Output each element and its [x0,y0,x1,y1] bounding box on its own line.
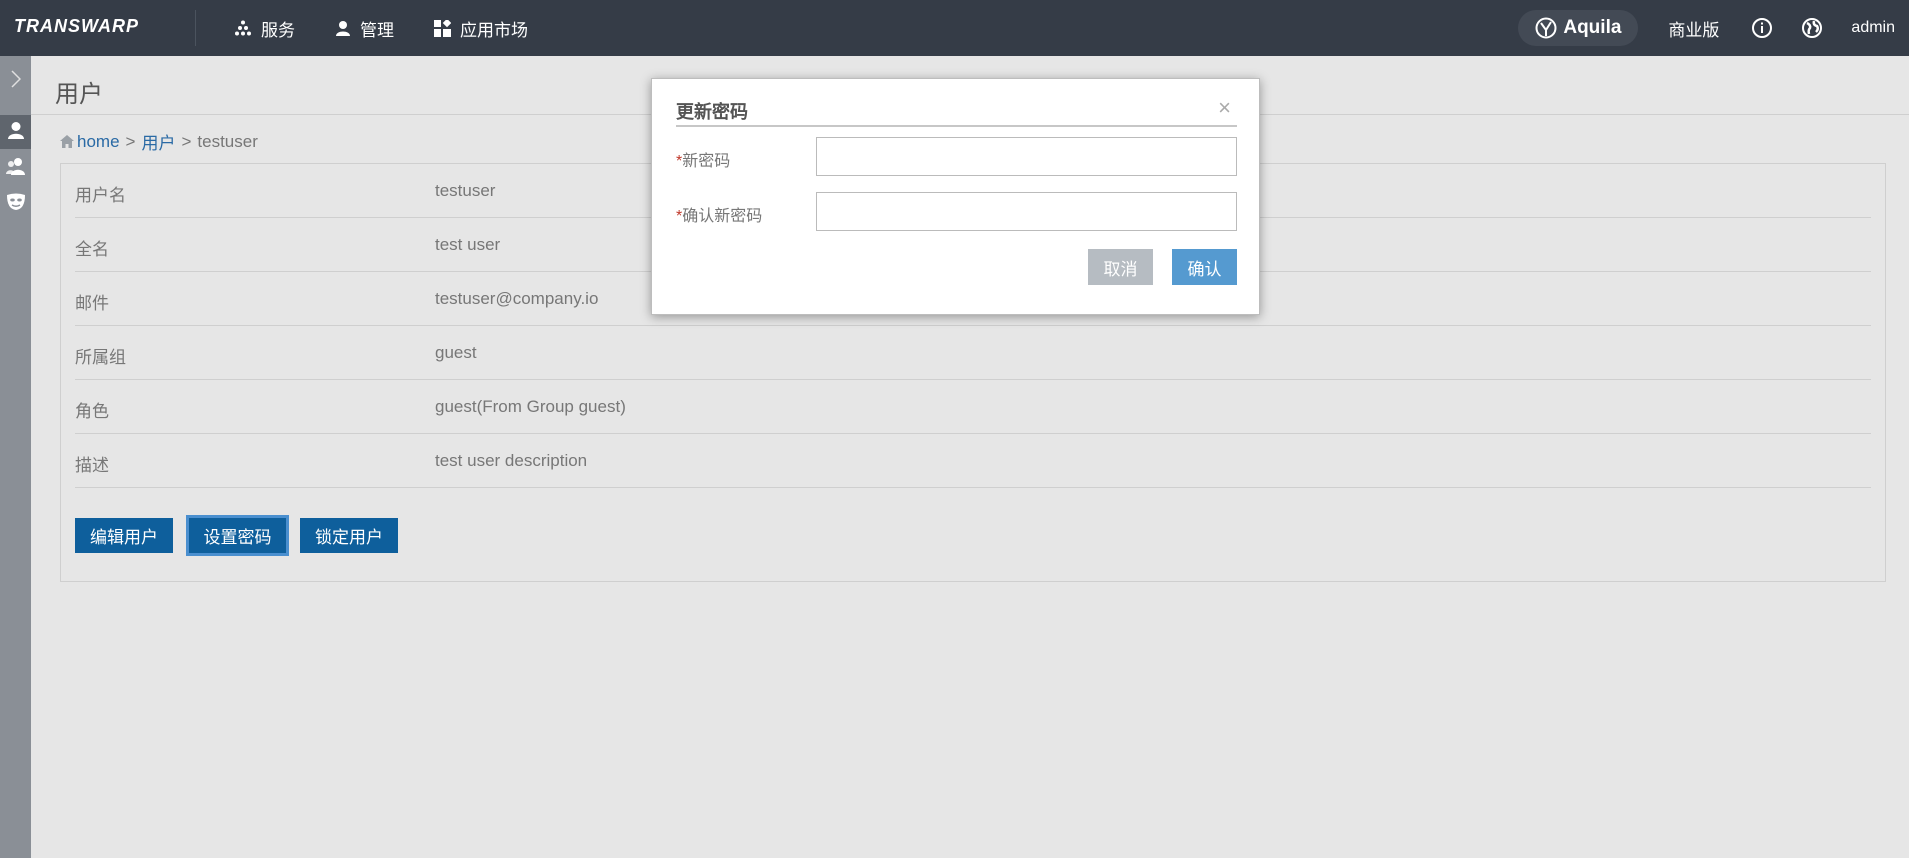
sidebar-expand-toggle[interactable] [0,62,31,100]
detail-value: test user description [435,451,588,470]
logo-divider [195,10,196,46]
nav-label-management: 管理 [360,20,394,40]
main-nav: 服务 管理 应用市场 [234,0,568,56]
info-icon[interactable] [1751,17,1773,39]
lock-user-button[interactable]: 锁定用户 [300,518,398,553]
new-password-label: *新密码 [676,147,730,171]
detail-label: 角色 [75,402,109,421]
nav-item-app-market[interactable]: 应用市场 [434,16,528,41]
breadcrumb-users-link[interactable]: 用户 [141,129,175,154]
dialog-divider [676,125,1237,127]
top-right-zone: Aquila 商业版 admin [1518,0,1909,56]
set-password-button[interactable]: 设置密码 [189,518,286,553]
detail-value: testuser [435,181,496,200]
detail-label: 全名 [75,240,109,259]
detail-value: guest [435,343,477,362]
confirm-button[interactable]: 确认 [1172,249,1237,285]
breadcrumb: home > 用户 > testuser [60,129,258,154]
transwarp-logo[interactable]: TRANSWARP [14,16,139,37]
top-bar: TRANSWARP 服务 管理 应用市场 Aquila 商业版 admin [0,0,1909,56]
detail-label: 用户名 [75,186,126,205]
users-group-icon [5,157,26,180]
mask-icon [6,193,26,216]
update-password-dialog: 更新密码 × *新密码 *确认新密码 取消 确认 [651,78,1260,315]
confirm-password-label-text: 确认新密码 [682,208,763,225]
nav-item-management[interactable]: 管理 [335,16,394,41]
confirm-password-input[interactable] [816,192,1237,231]
detail-label: 邮件 [75,294,109,313]
aquila-label: Aquila [1563,17,1622,38]
new-password-label-text: 新密码 [682,153,731,170]
page-title: 用户 [55,81,103,108]
sidebar-item-groups[interactable] [0,151,31,185]
detail-value: test user [435,235,501,254]
confirm-password-label: *确认新密码 [676,202,762,226]
aquila-logo-icon [1535,17,1557,39]
edition-label[interactable]: 商业版 [1668,16,1719,41]
sidebar-item-user[interactable] [0,115,31,149]
chevron-right-icon [10,69,21,93]
cancel-button[interactable]: 取消 [1088,249,1153,285]
breadcrumb-current: testuser [197,131,258,151]
detail-row-role: 角色 guest(From Group guest) [75,380,1871,434]
person-icon [335,20,351,36]
nav-item-services[interactable]: 服务 [234,16,295,41]
detail-label: 描述 [75,456,109,475]
globe-icon[interactable] [1801,17,1823,39]
new-password-input[interactable] [816,137,1237,176]
nav-label-services: 服务 [261,20,295,40]
aquila-button[interactable]: Aquila [1518,10,1639,46]
close-icon[interactable]: × [1218,97,1231,119]
breadcrumb-home-link[interactable]: home [77,132,120,152]
detail-row-group: 所属组 guest [75,326,1871,380]
detail-value: guest(From Group guest) [435,397,626,416]
breadcrumb-separator: > [181,131,192,151]
detail-value: testuser@company.io [435,289,599,308]
breadcrumb-separator: > [125,131,136,151]
detail-label: 所属组 [75,348,126,367]
nav-label-app-market: 应用市场 [460,20,528,40]
edit-user-button[interactable]: 编辑用户 [75,518,173,553]
dialog-title: 更新密码 [676,102,748,122]
apps-grid-icon [434,19,451,37]
user-icon [7,121,25,144]
detail-row-description: 描述 test user description [75,434,1871,488]
sidebar-item-roles[interactable] [0,187,31,221]
home-icon [60,135,74,148]
user-menu[interactable]: admin [1851,19,1895,37]
sidebar [0,56,31,858]
cluster-dots-icon [234,20,252,36]
